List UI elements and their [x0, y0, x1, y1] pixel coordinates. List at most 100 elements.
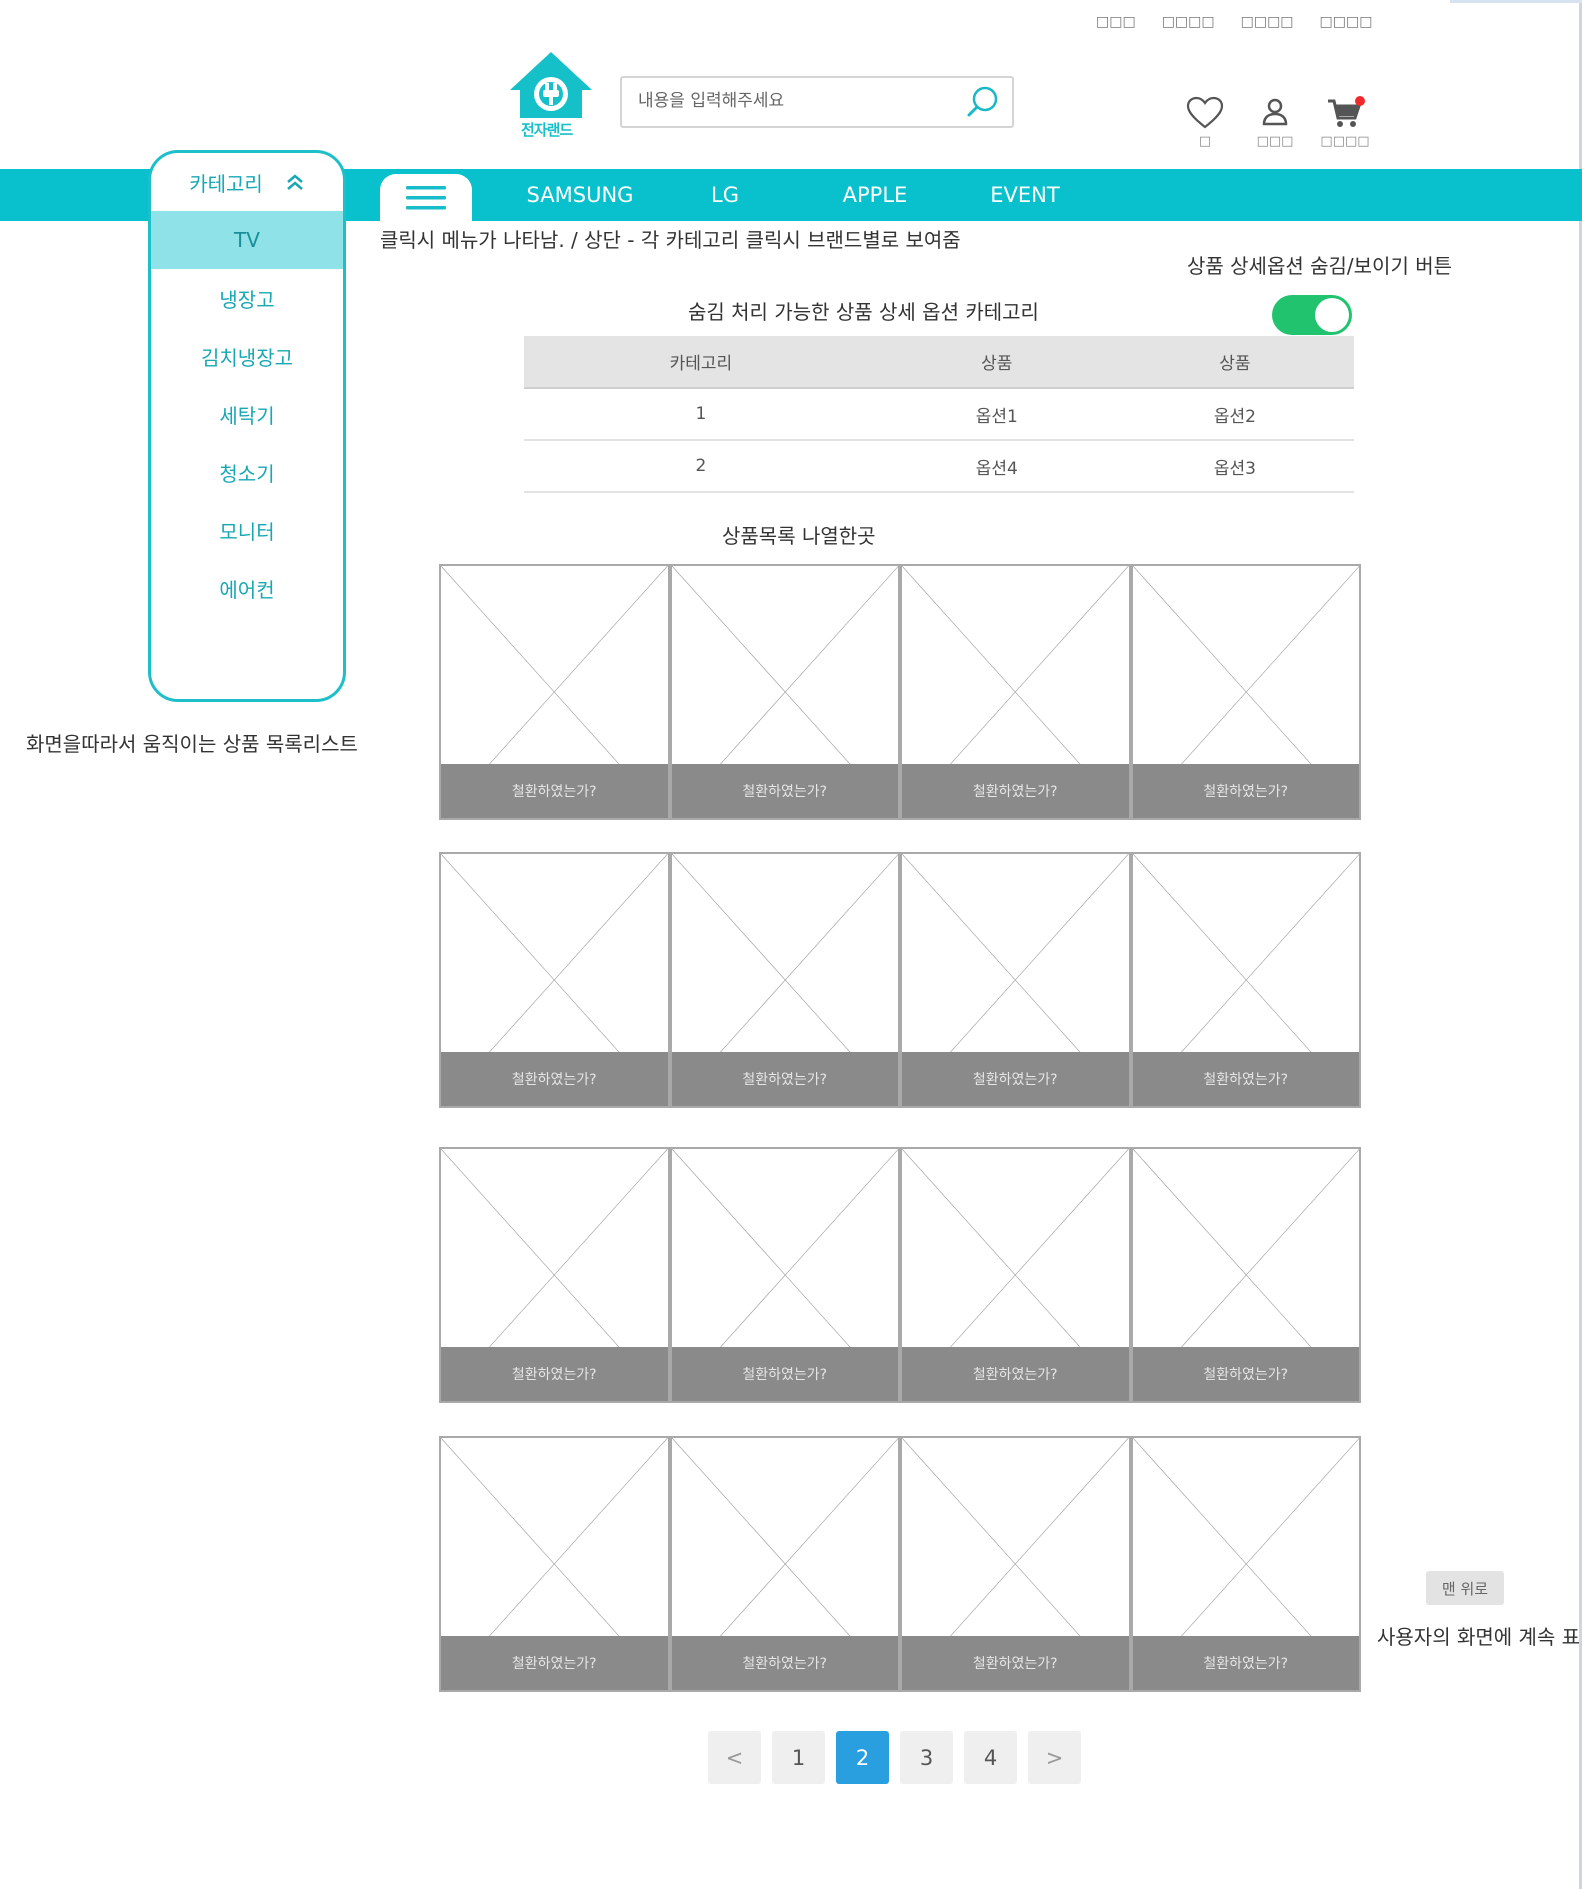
table-cell: 옵션2: [1115, 388, 1354, 441]
product-card[interactable]: 철환하였는가?: [1130, 1436, 1361, 1692]
header-product-2: 상품: [1115, 336, 1354, 389]
category-item-vacuum[interactable]: 청소기: [151, 443, 343, 501]
header-icons: □ □□□ □□□□: [1170, 96, 1380, 149]
options-note: 숨김 처리 가능한 상품 상세 옵션 카테고리: [688, 300, 1039, 324]
product-card[interactable]: 철환하였는가?: [669, 564, 900, 820]
product-card[interactable]: 철환하였는가?: [439, 1436, 670, 1692]
toggle-knob: [1315, 298, 1349, 332]
page-3-button[interactable]: 3: [900, 1731, 953, 1784]
top-link-1[interactable]: □□□: [1096, 14, 1136, 30]
cart-button[interactable]: □□□□: [1310, 96, 1380, 149]
user-icon: [1262, 98, 1288, 126]
mypage-label: □□□: [1256, 134, 1294, 149]
product-caption: 철환하였는가?: [441, 1636, 668, 1690]
option-toggle[interactable]: [1272, 295, 1352, 335]
wishlist-label: □: [1198, 134, 1212, 149]
product-card[interactable]: 철환하였는가?: [669, 1147, 900, 1403]
category-item-fridge[interactable]: 냉장고: [151, 269, 343, 327]
category-title: 카테고리: [189, 171, 263, 196]
toggle-note: 상품 상세옵션 숨김/보이기 버튼: [1187, 254, 1453, 278]
page-prev-button[interactable]: <: [708, 1731, 761, 1784]
product-caption: 철환하였는가?: [441, 1052, 668, 1106]
product-caption: 철환하였는가?: [671, 764, 898, 818]
product-card[interactable]: 철환하였는가?: [900, 564, 1131, 820]
product-card[interactable]: 철환하였는가?: [669, 1436, 900, 1692]
top-link-3[interactable]: □□□□: [1241, 14, 1294, 30]
category-sidebar: 카테고리 TV 냉장고 김치냉장고 세탁기 청소기 모니터 에어컨: [148, 150, 346, 702]
product-caption: 철환하였는가?: [671, 1636, 898, 1690]
chevron-up-icon: [286, 174, 303, 190]
top-link-4[interactable]: □□□□: [1320, 14, 1373, 30]
nav-event[interactable]: EVENT: [950, 183, 1100, 207]
heart-icon: [1186, 96, 1224, 129]
category-item-tv[interactable]: TV: [151, 211, 343, 269]
product-row: 철환하였는가? 철환하였는가? 철환하였는가? 철환하였는가?: [439, 564, 1361, 820]
window-top-edge: [1450, 0, 1582, 3]
nav-lg[interactable]: LG: [650, 183, 800, 207]
product-caption: 철환하였는가?: [902, 1636, 1129, 1690]
product-caption: 철환하였는가?: [671, 1052, 898, 1106]
header-product-1: 상품: [877, 336, 1116, 389]
wishlist-button[interactable]: □: [1170, 96, 1240, 149]
options-table: 카테고리 상품 상품 1 옵션1 옵션2 2 옵션4 옵션3: [524, 336, 1354, 493]
cart-icon: [1328, 96, 1365, 127]
back-to-top-button[interactable]: 맨 위로: [1426, 1571, 1504, 1605]
table-row[interactable]: 2 옵션4 옵션3: [524, 440, 1354, 493]
page-2-button[interactable]: 2: [836, 1731, 889, 1784]
product-card[interactable]: 철환하였는가?: [439, 564, 670, 820]
brand-nav: SAMSUNG LG APPLE EVENT: [510, 169, 1100, 221]
top-utility-links: □□□ □□□□ □□□□ □□□□: [1096, 14, 1372, 30]
nav-apple[interactable]: APPLE: [800, 183, 950, 207]
sidebar-note: 화면을따라서 움직이는 상품 목록리스트: [26, 732, 358, 756]
product-card[interactable]: 철환하였는가?: [669, 852, 900, 1108]
page-next-button[interactable]: >: [1028, 1731, 1081, 1784]
category-header[interactable]: 카테고리: [151, 153, 343, 211]
category-item-washer[interactable]: 세탁기: [151, 385, 343, 443]
product-caption: 철환하였는가?: [671, 1347, 898, 1401]
category-item-monitor[interactable]: 모니터: [151, 501, 343, 559]
product-card[interactable]: 철환하였는가?: [1130, 852, 1361, 1108]
page-1-button[interactable]: 1: [772, 1731, 825, 1784]
top-button-note: 사용자의 화면에 계속 표: [1377, 1625, 1581, 1649]
top-link-2[interactable]: □□□□: [1162, 14, 1215, 30]
product-card[interactable]: 철환하였는가?: [1130, 564, 1361, 820]
product-caption: 철환하였는가?: [902, 764, 1129, 818]
category-item-kimchi-fridge[interactable]: 김치냉장고: [151, 327, 343, 385]
product-card[interactable]: 철환하였는가?: [439, 1147, 670, 1403]
product-caption: 철환하였는가?: [441, 1347, 668, 1401]
product-card[interactable]: 철환하였는가?: [1130, 1147, 1361, 1403]
table-cell: 2: [524, 440, 878, 493]
product-row: 철환하였는가? 철환하였는가? 철환하였는가? 철환하였는가?: [439, 1436, 1361, 1692]
table-row[interactable]: 1 옵션1 옵션2: [524, 388, 1354, 441]
product-row: 철환하였는가? 철환하였는가? 철환하였는가? 철환하였는가?: [439, 852, 1361, 1108]
page-4-button[interactable]: 4: [964, 1731, 1017, 1784]
nav-samsung[interactable]: SAMSUNG: [510, 183, 650, 207]
menu-note: 클릭시 메뉴가 나타남. / 상단 - 각 카테고리 클릭시 브랜드별로 보여줌: [380, 228, 961, 252]
table-header-row: 카테고리 상품 상품: [524, 336, 1354, 389]
product-caption: 철환하였는가?: [902, 1052, 1129, 1106]
product-row: 철환하였는가? 철환하였는가? 철환하였는가? 철환하였는가?: [439, 1147, 1361, 1403]
product-caption: 철환하였는가?: [1132, 1347, 1359, 1401]
category-item-aircon[interactable]: 에어컨: [151, 559, 343, 617]
search-icon[interactable]: [964, 83, 1002, 125]
table-cell: 옵션1: [877, 388, 1116, 441]
product-caption: 철환하였는가?: [902, 1347, 1129, 1401]
house-plug-icon: [510, 52, 592, 118]
menu-button[interactable]: [380, 174, 472, 221]
mypage-button[interactable]: □□□: [1240, 96, 1310, 149]
search-input[interactable]: [622, 78, 942, 124]
table-cell: 옵션3: [1115, 440, 1354, 493]
product-caption: 철환하였는가?: [1132, 1636, 1359, 1690]
cart-label: □□□□: [1320, 134, 1370, 149]
product-caption: 철환하였는가?: [441, 764, 668, 818]
list-note: 상품목록 나열한곳: [722, 524, 876, 548]
pagination: < 1 2 3 4 >: [708, 1731, 1081, 1784]
search-box: [620, 76, 1014, 128]
product-card[interactable]: 철환하였는가?: [900, 852, 1131, 1108]
product-card[interactable]: 철환하였는가?: [900, 1147, 1131, 1403]
table-cell: 1: [524, 388, 878, 441]
product-card[interactable]: 철환하였는가?: [439, 852, 670, 1108]
product-caption: 철환하였는가?: [1132, 764, 1359, 818]
product-card[interactable]: 철환하였는가?: [900, 1436, 1131, 1692]
product-caption: 철환하였는가?: [1132, 1052, 1359, 1106]
